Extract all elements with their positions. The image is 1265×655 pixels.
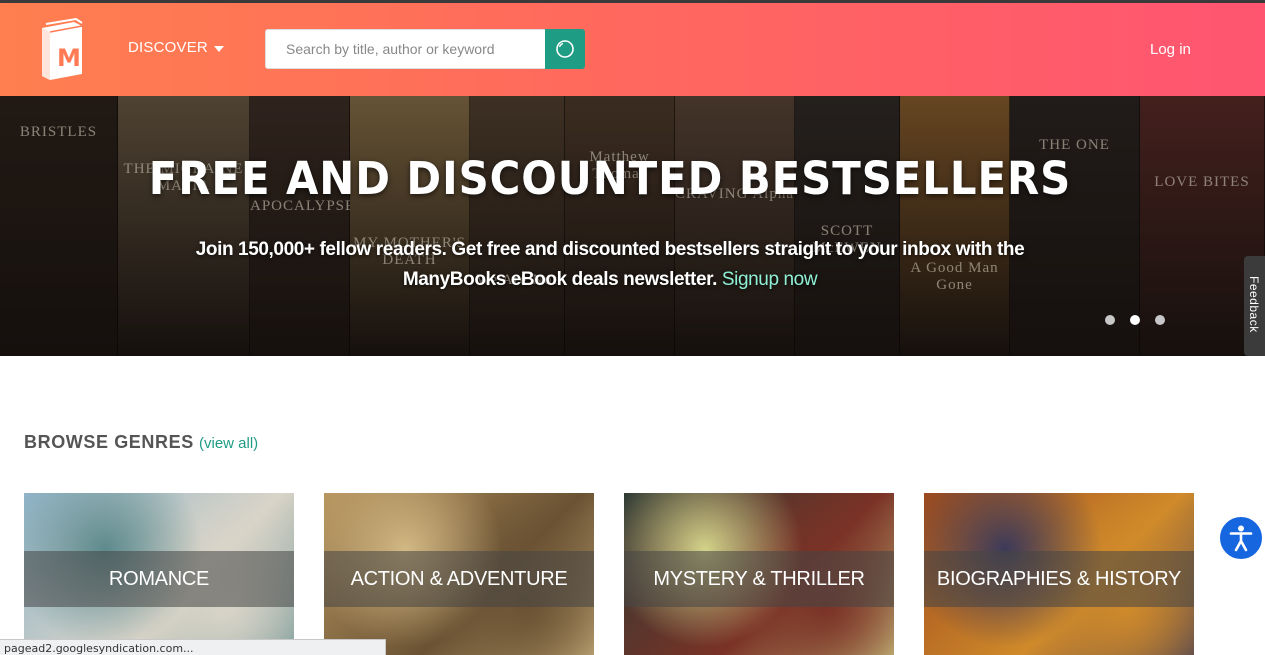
browse-genres-heading: BROWSE GENRES: [24, 432, 194, 452]
hero-subtitle: Join 150,000+ fellow readers. Get free a…: [160, 235, 1060, 295]
genre-card[interactable]: ACTION & ADVENTURE: [324, 493, 594, 655]
search-bar: [265, 29, 585, 69]
hero-title: FREE AND DISCOUNTED BESTSELLERS: [148, 152, 1072, 205]
hero-overlay: [0, 96, 1265, 356]
feedback-tab[interactable]: Feedback: [1244, 256, 1265, 356]
genre-label: ROMANCE: [108, 567, 210, 590]
search-button[interactable]: [545, 29, 585, 69]
genre-label: BIOGRAPHIES & HISTORY: [936, 567, 1182, 590]
genre-label-band: ROMANCE: [24, 551, 294, 607]
hero-banner: BRISTLES THE MIGRAINE MAFIA APOCALYPSE MY M…: [0, 96, 1265, 356]
genre-label-band: MYSTERY & THRILLER: [624, 551, 894, 607]
carousel-dot[interactable]: [1105, 315, 1115, 325]
login-link[interactable]: Log in: [1150, 41, 1191, 58]
genre-label: ACTION & ADVENTURE: [350, 567, 568, 590]
search-input[interactable]: [265, 29, 545, 69]
view-all-genres-link[interactable]: (view all): [199, 435, 258, 452]
carousel-dot[interactable]: [1155, 315, 1165, 325]
genre-label-band: ACTION & ADVENTURE: [324, 551, 594, 607]
manybooks-logo[interactable]: M: [38, 17, 86, 80]
browser-status-bar: pagead2.googlesyndication.com...: [0, 639, 386, 655]
genre-card[interactable]: MYSTERY & THRILLER: [624, 493, 894, 655]
carousel-dots: [1105, 315, 1165, 325]
svg-text:M: M: [57, 44, 81, 72]
genre-card[interactable]: BIOGRAPHIES & HISTORY: [924, 493, 1194, 655]
discover-menu[interactable]: DISCOVER: [128, 39, 224, 56]
accessibility-button[interactable]: [1218, 515, 1264, 561]
genre-label: MYSTERY & THRILLER: [653, 567, 865, 590]
discover-label: DISCOVER: [128, 39, 208, 56]
site-header: M DISCOVER Log in: [0, 3, 1265, 96]
hero-subtitle-text: Join 150,000+ fellow readers. Get free a…: [195, 239, 1025, 290]
search-icon: [556, 40, 574, 58]
genre-label-band: BIOGRAPHIES & HISTORY: [924, 551, 1194, 607]
accessibility-icon: [1229, 525, 1253, 552]
feedback-label: Feedback: [1247, 276, 1261, 333]
caret-down-icon: [213, 45, 224, 52]
carousel-dot[interactable]: [1130, 315, 1140, 325]
signup-link[interactable]: Signup now: [722, 269, 818, 290]
genre-card[interactable]: ROMANCE: [24, 493, 294, 655]
